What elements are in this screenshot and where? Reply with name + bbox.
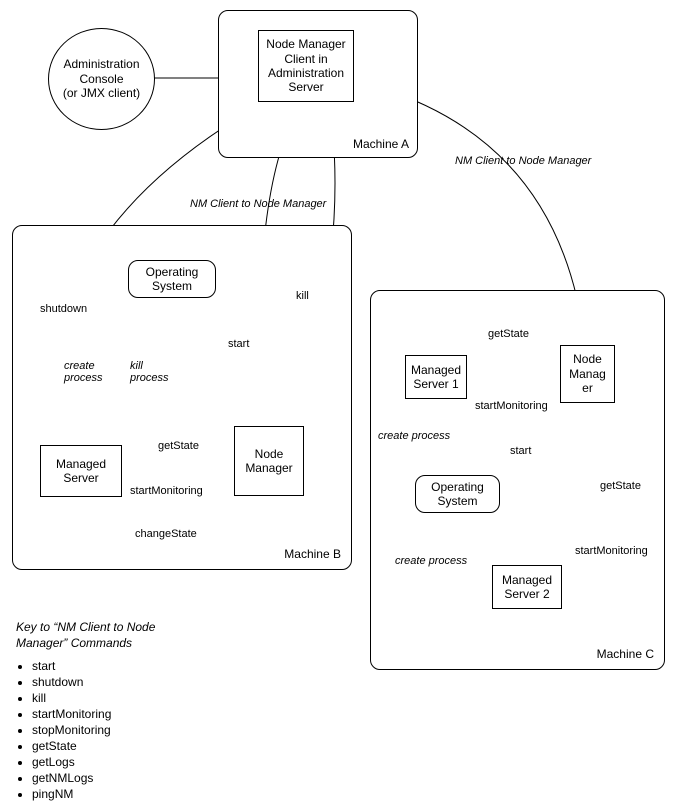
edge-kill: kill bbox=[296, 290, 309, 302]
machine-c-ms1-label: Managed Server 1 bbox=[411, 363, 461, 392]
edge-startmon-c2: startMonitoring bbox=[575, 545, 648, 557]
machine-c-node-manager: Node Manag er bbox=[560, 345, 615, 403]
key-title: Key to “NM Client to Node Manager” Comma… bbox=[16, 620, 216, 651]
key-item: pingNM bbox=[32, 787, 216, 801]
edge-startmon-b: startMonitoring bbox=[130, 485, 203, 497]
edge-create-process-c1: create process bbox=[378, 430, 450, 442]
edge-changestate: changeState bbox=[135, 528, 197, 540]
machine-c-ms2: Managed Server 2 bbox=[492, 565, 562, 609]
edge-getstate-b: getState bbox=[158, 440, 199, 452]
edge-getstate-c2: getState bbox=[600, 480, 641, 492]
key-item: start bbox=[32, 659, 216, 673]
admin-console-label: Administration Console (or JMX client) bbox=[63, 57, 140, 100]
edge-kill-process: kill process bbox=[130, 360, 169, 384]
edge-startmon-c1: startMonitoring bbox=[475, 400, 548, 412]
admin-console: Administration Console (or JMX client) bbox=[48, 28, 155, 130]
edge-create-process-b: create process bbox=[64, 360, 103, 384]
key-item: kill bbox=[32, 691, 216, 705]
key-item: getState bbox=[32, 739, 216, 753]
edge-create-process-c2: create process bbox=[395, 555, 467, 567]
machine-c-os-label: Operating System bbox=[431, 480, 484, 509]
machine-b-os: Operating System bbox=[128, 260, 216, 298]
machine-b-managed-server: Managed Server bbox=[40, 445, 122, 497]
key-item: startMonitoring bbox=[32, 707, 216, 721]
edge-start-b: start bbox=[228, 338, 249, 350]
machine-b-ms-label: Managed Server bbox=[56, 457, 106, 486]
machine-c-os: Operating System bbox=[415, 475, 500, 513]
nm-client-label: Node Manager Client in Administration Se… bbox=[266, 37, 345, 95]
machine-b-os-label: Operating System bbox=[146, 265, 199, 294]
key-block: Key to “NM Client to Node Manager” Comma… bbox=[16, 620, 216, 803]
nm-client-box: Node Manager Client in Administration Se… bbox=[258, 30, 354, 102]
edge-getstate-c1: getState bbox=[488, 328, 529, 340]
key-item: getLogs bbox=[32, 755, 216, 769]
machine-b-label: Machine B bbox=[284, 547, 341, 561]
key-item: stopMonitoring bbox=[32, 723, 216, 737]
machine-c-label: Machine C bbox=[597, 647, 654, 661]
edge-nm-to-nm-right: NM Client to Node Manager bbox=[455, 155, 591, 167]
edge-shutdown: shutdown bbox=[40, 303, 87, 315]
machine-c-nm-label: Node Manag er bbox=[569, 352, 606, 395]
edge-start-c: start bbox=[510, 445, 531, 457]
machine-b-node-manager: Node Manager bbox=[234, 426, 304, 496]
diagram-canvas: Administration Console (or JMX client) M… bbox=[0, 0, 673, 788]
edge-nm-to-nm-left: NM Client to Node Manager bbox=[190, 198, 326, 210]
key-item: shutdown bbox=[32, 675, 216, 689]
machine-b-nm-label: Node Manager bbox=[245, 447, 292, 476]
machine-c-ms2-label: Managed Server 2 bbox=[502, 573, 552, 602]
machine-c-ms1: Managed Server 1 bbox=[405, 355, 467, 399]
key-item: getNMLogs bbox=[32, 771, 216, 785]
machine-a-label: Machine A bbox=[353, 137, 409, 151]
key-list: start shutdown kill startMonitoring stop… bbox=[16, 659, 216, 801]
